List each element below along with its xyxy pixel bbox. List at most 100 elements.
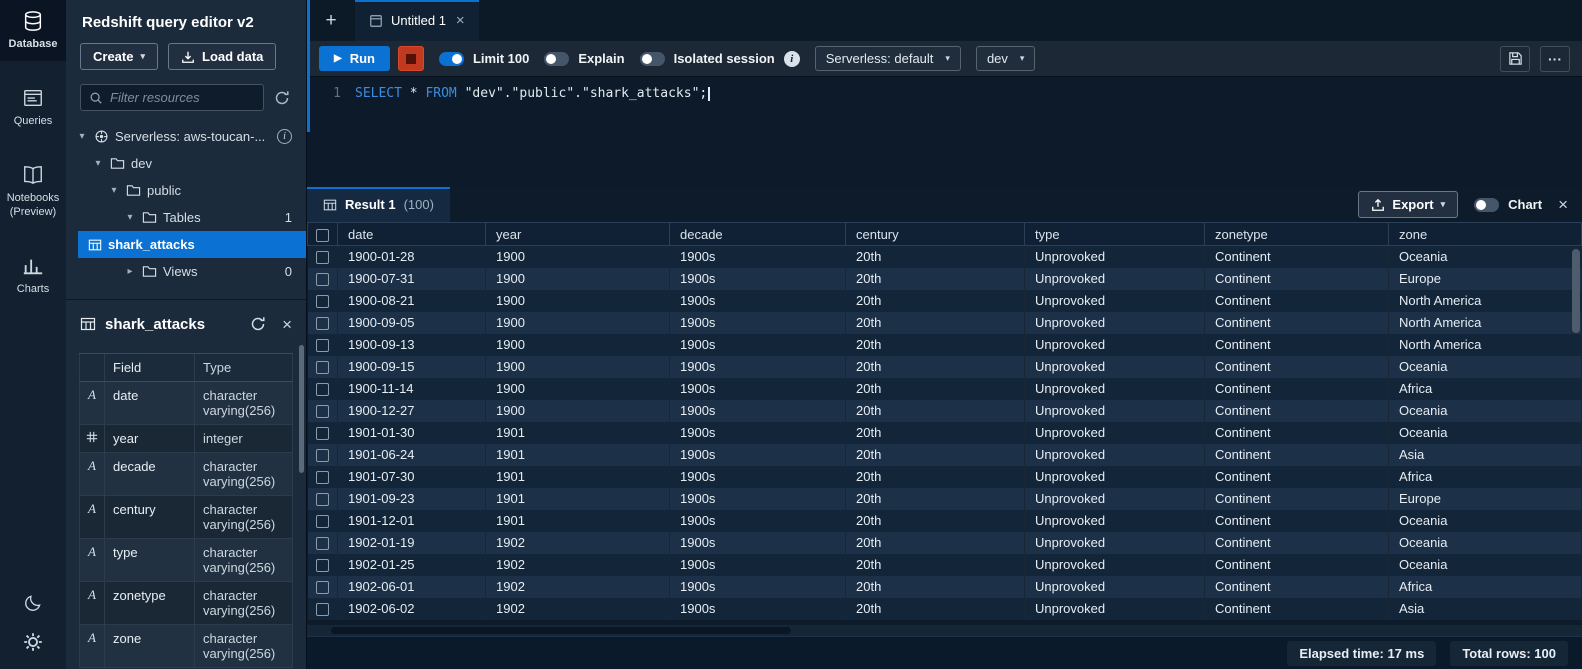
export-button[interactable]: Export ▾: [1358, 191, 1459, 218]
column-header-type[interactable]: type: [1024, 222, 1205, 246]
explain-toggle[interactable]: Explain: [544, 51, 625, 66]
row-checkbox[interactable]: [315, 317, 329, 331]
row-checkbox[interactable]: [315, 361, 329, 375]
column-header-decade[interactable]: decade: [669, 222, 846, 246]
result-row-6[interactable]: 1900-09-15 1900 1900s 20th Unprovoked Contine…: [307, 355, 1582, 378]
result-row-5[interactable]: 1900-09-13 1900 1900s 20th Unprovoked Contine…: [307, 333, 1582, 356]
result-row-12[interactable]: 1901-09-23 1901 1900s 20th Unprovoked Contine…: [307, 487, 1582, 510]
isolated-session-toggle-switch[interactable]: [639, 51, 665, 66]
column-header-year[interactable]: year: [485, 222, 670, 246]
result-row-2[interactable]: 1900-07-31 1900 1900s 20th Unprovoked Contine…: [307, 267, 1582, 290]
result-row-17[interactable]: 1902-06-02 1902 1900s 20th Unprovoked Contine…: [307, 597, 1582, 620]
tree-item-public[interactable]: ▾ public: [66, 177, 306, 204]
rail-item-queries[interactable]: Queries: [0, 77, 66, 138]
column-header-century[interactable]: century: [845, 222, 1025, 246]
result-row-9[interactable]: 1901-01-30 1901 1900s 20th Unprovoked Contine…: [307, 421, 1582, 444]
close-results-icon[interactable]: ×: [1558, 196, 1568, 213]
table-details-title: shark_attacks: [105, 315, 206, 333]
column-header-date[interactable]: date: [337, 222, 486, 246]
rail-item-notebooks[interactable]: Notebooks (Preview): [0, 154, 66, 228]
tree-item-dev[interactable]: ▾ dev: [66, 150, 306, 177]
row-checkbox[interactable]: [315, 339, 329, 353]
row-checkbox[interactable]: [315, 295, 329, 309]
tree-item-tables[interactable]: ▾ Tables 1: [66, 204, 306, 231]
sidebar-scrollbar[interactable]: [299, 345, 304, 473]
result-row-4[interactable]: 1900-09-05 1900 1900s 20th Unprovoked Contine…: [307, 311, 1582, 334]
chevron-down-icon[interactable]: ▾: [124, 212, 136, 223]
run-button[interactable]: ▶ Run: [319, 46, 390, 71]
result-tab[interactable]: Result 1 (100): [307, 187, 450, 222]
settings-button[interactable]: [22, 631, 44, 653]
chart-toggle-switch[interactable]: [1474, 197, 1500, 212]
tree-item-views[interactable]: ▸ Views 0: [66, 258, 306, 285]
chevron-right-icon[interactable]: ▸: [124, 266, 136, 277]
select-all-checkbox[interactable]: [316, 228, 329, 242]
row-checkbox[interactable]: [315, 471, 329, 485]
column-header-zone[interactable]: zone: [1388, 222, 1582, 246]
row-checkbox[interactable]: [315, 603, 329, 617]
row-checkbox[interactable]: [315, 383, 329, 397]
filter-resources-input[interactable]: Filter resources: [80, 84, 264, 111]
checkbox-cell: [307, 487, 338, 510]
explain-toggle-switch[interactable]: [544, 51, 570, 66]
rail-item-database[interactable]: Database: [0, 0, 66, 62]
save-query-button[interactable]: [1500, 45, 1530, 72]
result-row-16[interactable]: 1902-06-01 1902 1900s 20th Unprovoked Contine…: [307, 575, 1582, 598]
result-row-8[interactable]: 1900-12-27 1900 1900s 20th Unprovoked Contine…: [307, 399, 1582, 422]
row-checkbox[interactable]: [315, 537, 329, 551]
horizontal-scrollbar[interactable]: [331, 627, 791, 634]
tab-untitled-1[interactable]: Untitled 1 ×: [355, 0, 479, 41]
cell-century: 20th: [845, 465, 1025, 488]
chevron-down-icon[interactable]: ▾: [92, 158, 104, 169]
tree-item-serverless[interactable]: ▾ Serverless: aws-toucan-... i: [66, 123, 306, 150]
refresh-table-button[interactable]: [248, 314, 268, 334]
chart-toggle[interactable]: Chart: [1474, 197, 1542, 212]
stop-button[interactable]: [397, 46, 424, 71]
result-row-11[interactable]: 1901-07-30 1901 1900s 20th Unprovoked Contine…: [307, 465, 1582, 488]
row-checkbox[interactable]: [315, 405, 329, 419]
editor-file-icon: [370, 14, 382, 27]
sql-editor[interactable]: 1 SELECT * FROM "dev"."public"."shark_at…: [307, 77, 1582, 187]
row-checkbox[interactable]: [315, 251, 329, 265]
row-checkbox[interactable]: [315, 493, 329, 507]
row-checkbox[interactable]: [315, 515, 329, 529]
vertical-scrollbar[interactable]: [1572, 249, 1580, 333]
result-row-15[interactable]: 1902-01-25 1902 1900s 20th Unprovoked Contine…: [307, 553, 1582, 576]
result-row-13[interactable]: 1901-12-01 1901 1900s 20th Unprovoked Contine…: [307, 509, 1582, 532]
dark-mode-toggle[interactable]: [23, 593, 43, 613]
result-row-3[interactable]: 1900-08-21 1900 1900s 20th Unprovoked Contine…: [307, 289, 1582, 312]
info-icon[interactable]: i: [783, 50, 800, 67]
cell-year: 1902: [485, 531, 670, 554]
limit-toggle-switch[interactable]: [438, 51, 464, 66]
new-tab-button[interactable]: +: [307, 0, 355, 41]
result-row-10[interactable]: 1901-06-24 1901 1900s 20th Unprovoked Contine…: [307, 443, 1582, 466]
cell-type: Unprovoked: [1024, 509, 1205, 532]
info-icon[interactable]: i: [277, 129, 292, 144]
row-checkbox[interactable]: [315, 581, 329, 595]
tree-item-shark-attacks[interactable]: shark_attacks: [78, 231, 306, 258]
rail-item-charts[interactable]: Charts: [0, 245, 66, 306]
folder-icon: [142, 212, 157, 223]
result-row-14[interactable]: 1902-01-19 1902 1900s 20th Unprovoked Contine…: [307, 531, 1582, 554]
row-checkbox[interactable]: [315, 449, 329, 463]
refresh-resources-button[interactable]: [272, 88, 292, 108]
close-tab-icon[interactable]: ×: [456, 12, 465, 29]
create-button[interactable]: Create ▾: [80, 43, 158, 70]
close-panel-icon[interactable]: ×: [282, 316, 292, 333]
database-dropdown[interactable]: dev ▾: [975, 46, 1036, 71]
isolated-session-toggle[interactable]: Isolated session: [639, 51, 775, 66]
cell-year: 1901: [485, 487, 670, 510]
column-header-zonetype[interactable]: zonetype: [1204, 222, 1389, 246]
more-actions-button[interactable]: ···: [1540, 45, 1570, 72]
result-row-1[interactable]: 1900-01-28 1900 1900s 20th Unprovoked Contine…: [307, 245, 1582, 268]
row-checkbox[interactable]: [315, 559, 329, 573]
row-checkbox[interactable]: [315, 427, 329, 441]
chevron-down-icon[interactable]: ▾: [108, 185, 120, 196]
result-row-7[interactable]: 1900-11-14 1900 1900s 20th Unprovoked Contine…: [307, 377, 1582, 400]
serverless-dropdown[interactable]: Serverless: default ▾: [814, 46, 961, 71]
cell-year: 1900: [485, 311, 670, 334]
limit-toggle[interactable]: Limit 100: [438, 51, 529, 66]
chevron-down-icon[interactable]: ▾: [76, 131, 88, 142]
row-checkbox[interactable]: [315, 273, 329, 287]
load-data-button[interactable]: Load data: [168, 43, 277, 70]
